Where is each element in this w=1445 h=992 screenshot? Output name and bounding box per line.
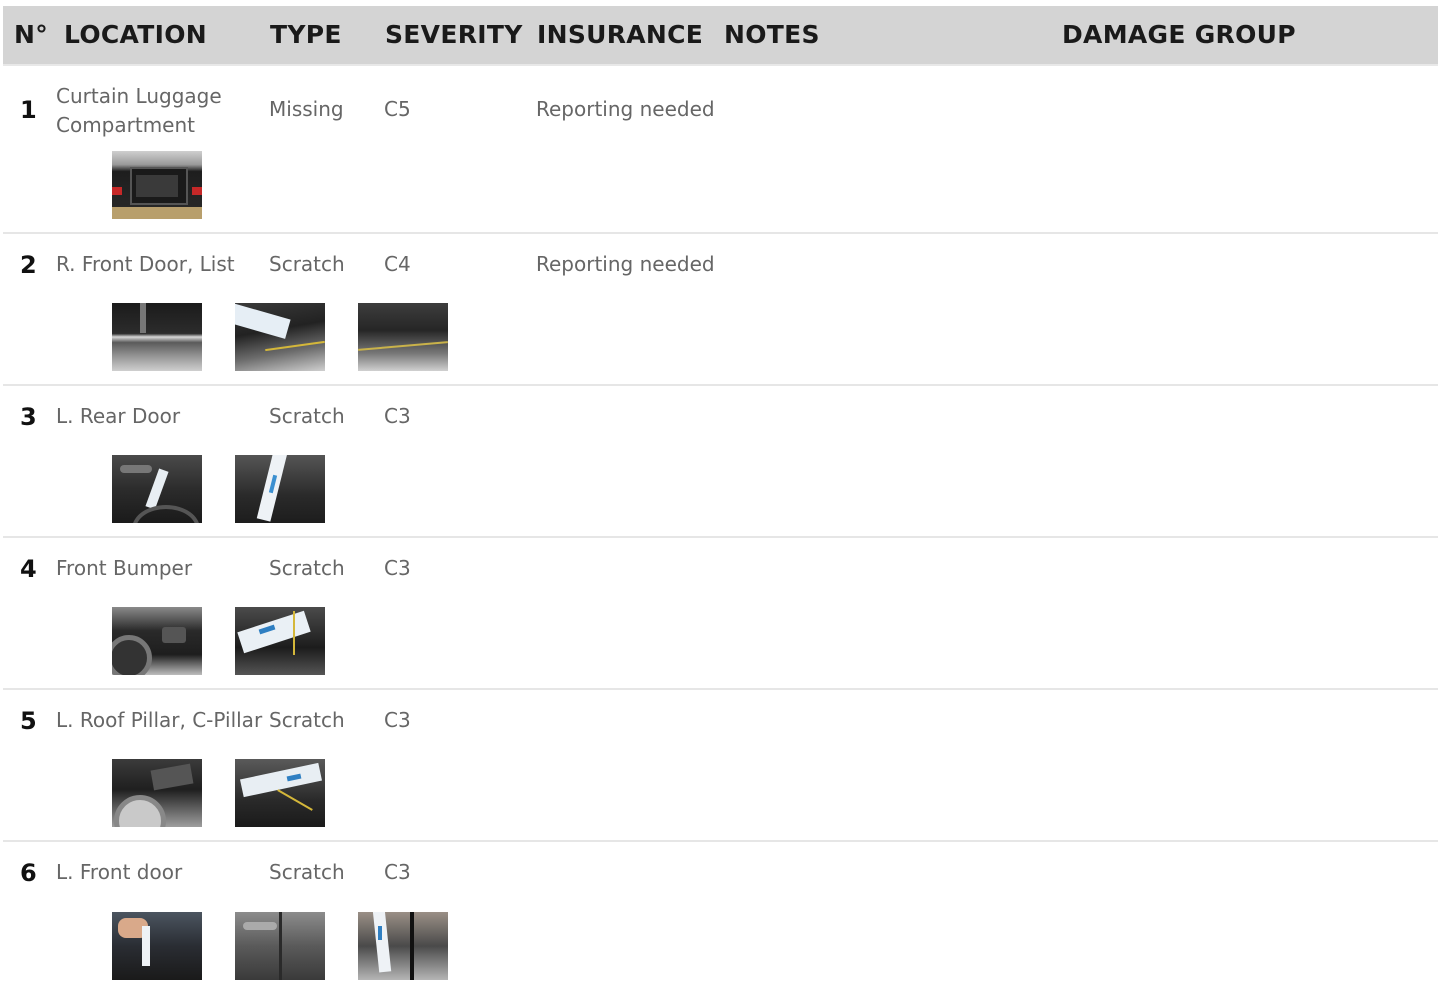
header-type[interactable]: TYPE <box>270 20 342 50</box>
scratch-gauge-photo[interactable] <box>235 303 325 371</box>
type-cell: Scratch <box>269 556 345 580</box>
type-cell: Missing <box>269 97 344 121</box>
luggage-compartment-photo[interactable] <box>112 151 202 219</box>
location-cell: L. Front door <box>56 860 183 884</box>
row-number: 5 <box>20 707 37 735</box>
table-row[interactable]: 6 L. Front door Scratch C3 <box>3 842 1438 992</box>
table-header: N° LOCATION TYPE SEVERITY INSURANCE NOTE… <box>3 6 1438 66</box>
severity-cell: C3 <box>384 708 411 732</box>
location-cell: Front Bumper <box>56 556 193 580</box>
table-row[interactable]: 4 Front Bumper Scratch C3 <box>3 538 1438 690</box>
row-number: 4 <box>20 555 37 583</box>
type-cell: Scratch <box>269 860 345 884</box>
front-door-handle-photo[interactable] <box>235 912 325 980</box>
header-insurance[interactable]: INSURANCE <box>537 20 703 50</box>
severity-cell: C5 <box>384 97 411 121</box>
front-door-gauge-photo[interactable] <box>358 912 448 980</box>
location-cell: Curtain Luggage <box>56 84 222 108</box>
photo-strip <box>112 151 202 219</box>
type-cell: Scratch <box>269 708 345 732</box>
c-pillar-wheel-photo[interactable] <box>112 759 202 827</box>
insurance-cell: Reporting needed <box>536 252 715 276</box>
severity-cell: C3 <box>384 860 411 884</box>
photo-strip <box>112 455 325 523</box>
door-panel-closeup-photo[interactable] <box>358 303 448 371</box>
c-pillar-gauge-photo[interactable] <box>235 759 325 827</box>
location-cell: R. Front Door, List <box>56 252 235 276</box>
header-notes[interactable]: NOTES <box>724 20 820 50</box>
header-severity[interactable]: SEVERITY <box>385 20 523 50</box>
rear-door-gauge-photo[interactable] <box>235 455 325 523</box>
photo-strip <box>112 607 325 675</box>
table-row[interactable]: 1 Curtain Luggage Compartment Missing C5… <box>3 66 1438 234</box>
location-cell: L. Rear Door <box>56 404 181 428</box>
insurance-cell: Reporting needed <box>536 97 715 121</box>
damage-table: N° LOCATION TYPE SEVERITY INSURANCE NOTE… <box>3 6 1438 992</box>
severity-cell: C3 <box>384 556 411 580</box>
bumper-gauge-photo[interactable] <box>235 607 325 675</box>
door-side-photo[interactable] <box>112 303 202 371</box>
front-door-hand-photo[interactable] <box>112 912 202 980</box>
front-bumper-photo[interactable] <box>112 607 202 675</box>
photo-strip <box>112 912 448 980</box>
photo-strip <box>112 303 448 371</box>
row-number: 2 <box>20 251 37 279</box>
header-number[interactable]: N° <box>14 20 48 50</box>
rear-door-handle-photo[interactable] <box>112 455 202 523</box>
location-cell: L. Roof Pillar, C-Pillar <box>56 708 263 732</box>
location-cell-line2: Compartment <box>56 113 196 137</box>
row-number: 1 <box>20 96 37 124</box>
header-damage-group[interactable]: DAMAGE GROUP <box>1062 20 1296 50</box>
type-cell: Scratch <box>269 252 345 276</box>
table-row[interactable]: 3 L. Rear Door Scratch C3 <box>3 386 1438 538</box>
table-row[interactable]: 5 L. Roof Pillar, C-Pillar Scratch C3 <box>3 690 1438 842</box>
table-row[interactable]: 2 R. Front Door, List Scratch C4 Reporti… <box>3 234 1438 386</box>
photo-strip <box>112 759 325 827</box>
type-cell: Scratch <box>269 404 345 428</box>
header-location[interactable]: LOCATION <box>64 20 207 50</box>
severity-cell: C4 <box>384 252 411 276</box>
row-number: 3 <box>20 403 37 431</box>
severity-cell: C3 <box>384 404 411 428</box>
row-number: 6 <box>20 859 37 887</box>
